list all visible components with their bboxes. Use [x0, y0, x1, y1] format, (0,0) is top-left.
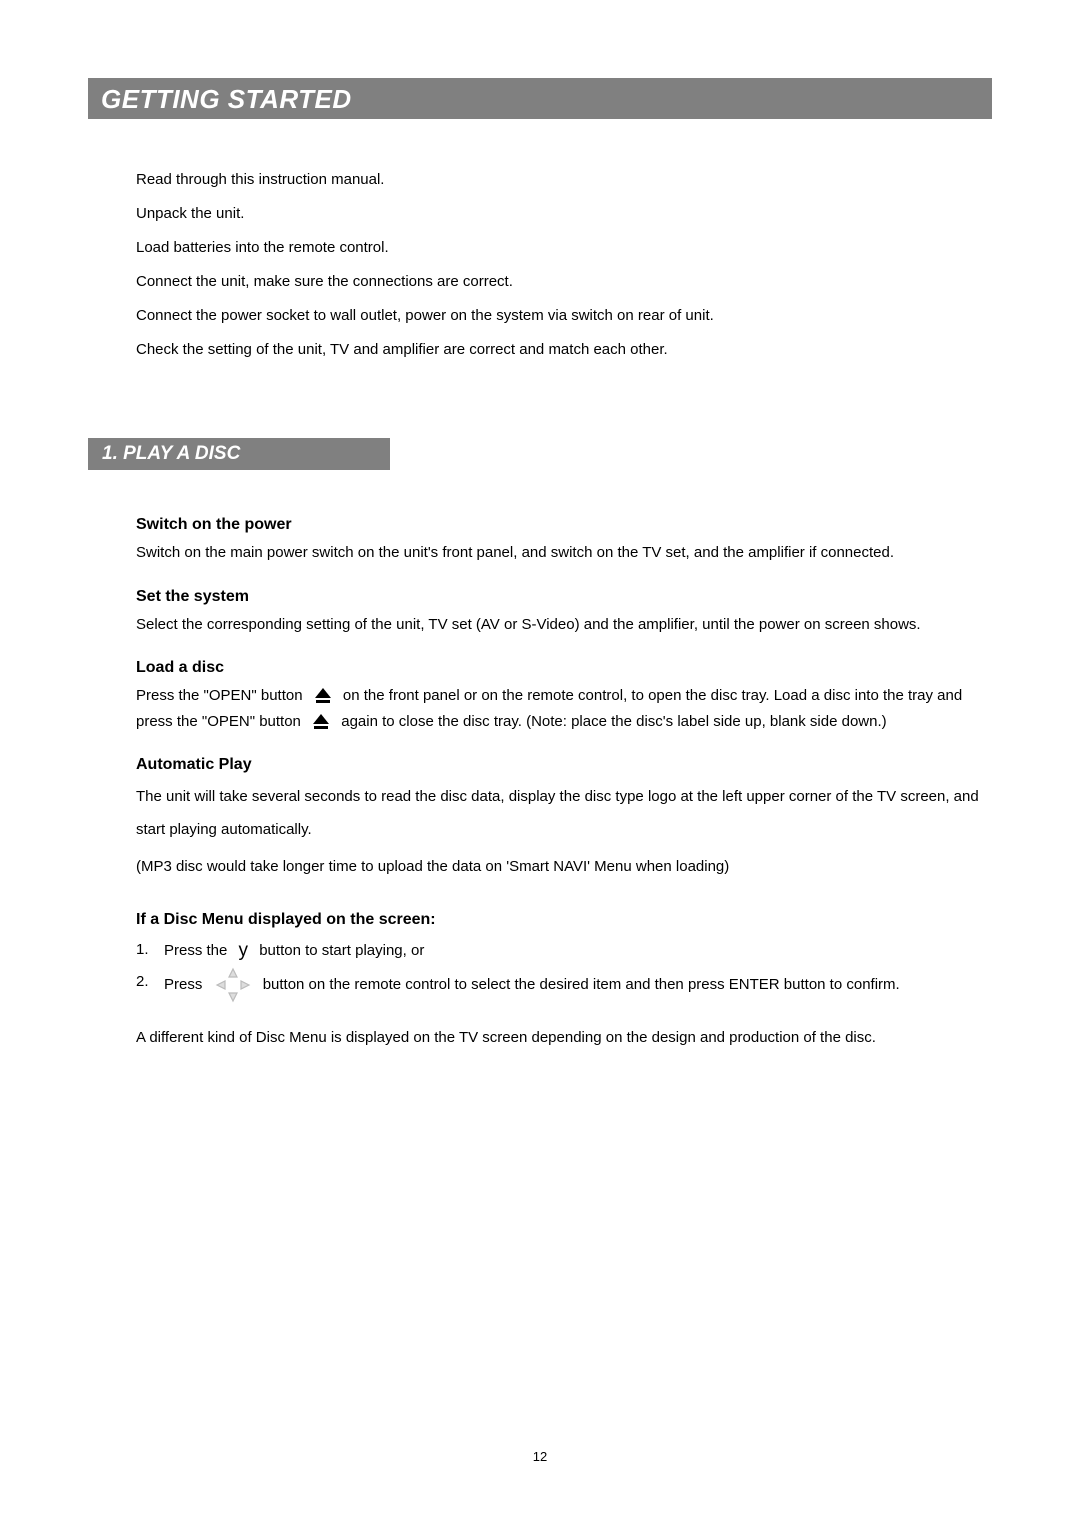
section-content: Switch on the power Switch on the main p… — [88, 516, 992, 1051]
list-item: 1. Press the y button to start playing, … — [136, 935, 992, 967]
eject-icon — [311, 712, 331, 732]
load-disc-block: Load a disc Press the "OPEN" button on t… — [136, 659, 992, 734]
intro-item: Connect the unit, make sure the connecti… — [136, 270, 992, 294]
eject-icon — [313, 686, 333, 706]
auto-play-block: Automatic Play The unit will take severa… — [136, 756, 992, 883]
load-disc-post2: again to close the disc tray. (Note: pla… — [341, 713, 886, 730]
section-title: 1. PLAY A DISC — [102, 443, 240, 464]
item-number: 1. — [136, 935, 164, 965]
load-disc-body: Press the "OPEN" button on the front pan… — [136, 683, 992, 734]
intro-list: Read through this instruction manual. Un… — [88, 168, 992, 362]
disc-menu-block: If a Disc Menu displayed on the screen: … — [136, 911, 992, 1003]
auto-play-body2: (MP3 disc would take longer time to uplo… — [136, 850, 992, 883]
disc-menu-heading: If a Disc Menu displayed on the screen: — [136, 911, 992, 929]
intro-item: Connect the power socket to wall outlet,… — [136, 304, 992, 328]
auto-play-body1: The unit will take several seconds to re… — [136, 780, 992, 846]
disc-menu-note: A different kind of Disc Menu is display… — [136, 1025, 992, 1051]
set-system-heading: Set the system — [136, 588, 992, 606]
item1-post: button to start playing, or — [259, 942, 424, 959]
item2-pre: Press — [164, 976, 202, 993]
load-disc-heading: Load a disc — [136, 659, 992, 677]
section-header: 1. PLAY A DISC — [88, 438, 390, 470]
set-system-block: Set the system Select the corresponding … — [136, 588, 992, 638]
intro-item: Load batteries into the remote control. — [136, 236, 992, 260]
item1-pre: Press the — [164, 942, 227, 959]
switch-on-body: Switch on the main power switch on the u… — [136, 540, 992, 566]
auto-play-heading: Automatic Play — [136, 756, 992, 774]
play-icon: y — [239, 932, 249, 970]
switch-on-heading: Switch on the power — [136, 516, 992, 534]
load-disc-pre1: Press the "OPEN" button — [136, 687, 303, 704]
page-number: 12 — [0, 1449, 1080, 1464]
set-system-body: Select the corresponding setting of the … — [136, 612, 992, 638]
list-item: 2. Press — [136, 967, 992, 1003]
item-number: 2. — [136, 967, 164, 997]
switch-on-block: Switch on the power Switch on the main p… — [136, 516, 992, 566]
item2-post: button on the remote control to select t… — [263, 976, 900, 993]
intro-item: Unpack the unit. — [136, 202, 992, 226]
intro-item: Check the setting of the unit, TV and am… — [136, 338, 992, 362]
direction-arrows-icon — [215, 967, 251, 1003]
page-header-bar: GETTING STARTED — [88, 78, 992, 119]
intro-item: Read through this instruction manual. — [136, 168, 992, 192]
page-title: GETTING STARTED — [101, 84, 352, 114]
